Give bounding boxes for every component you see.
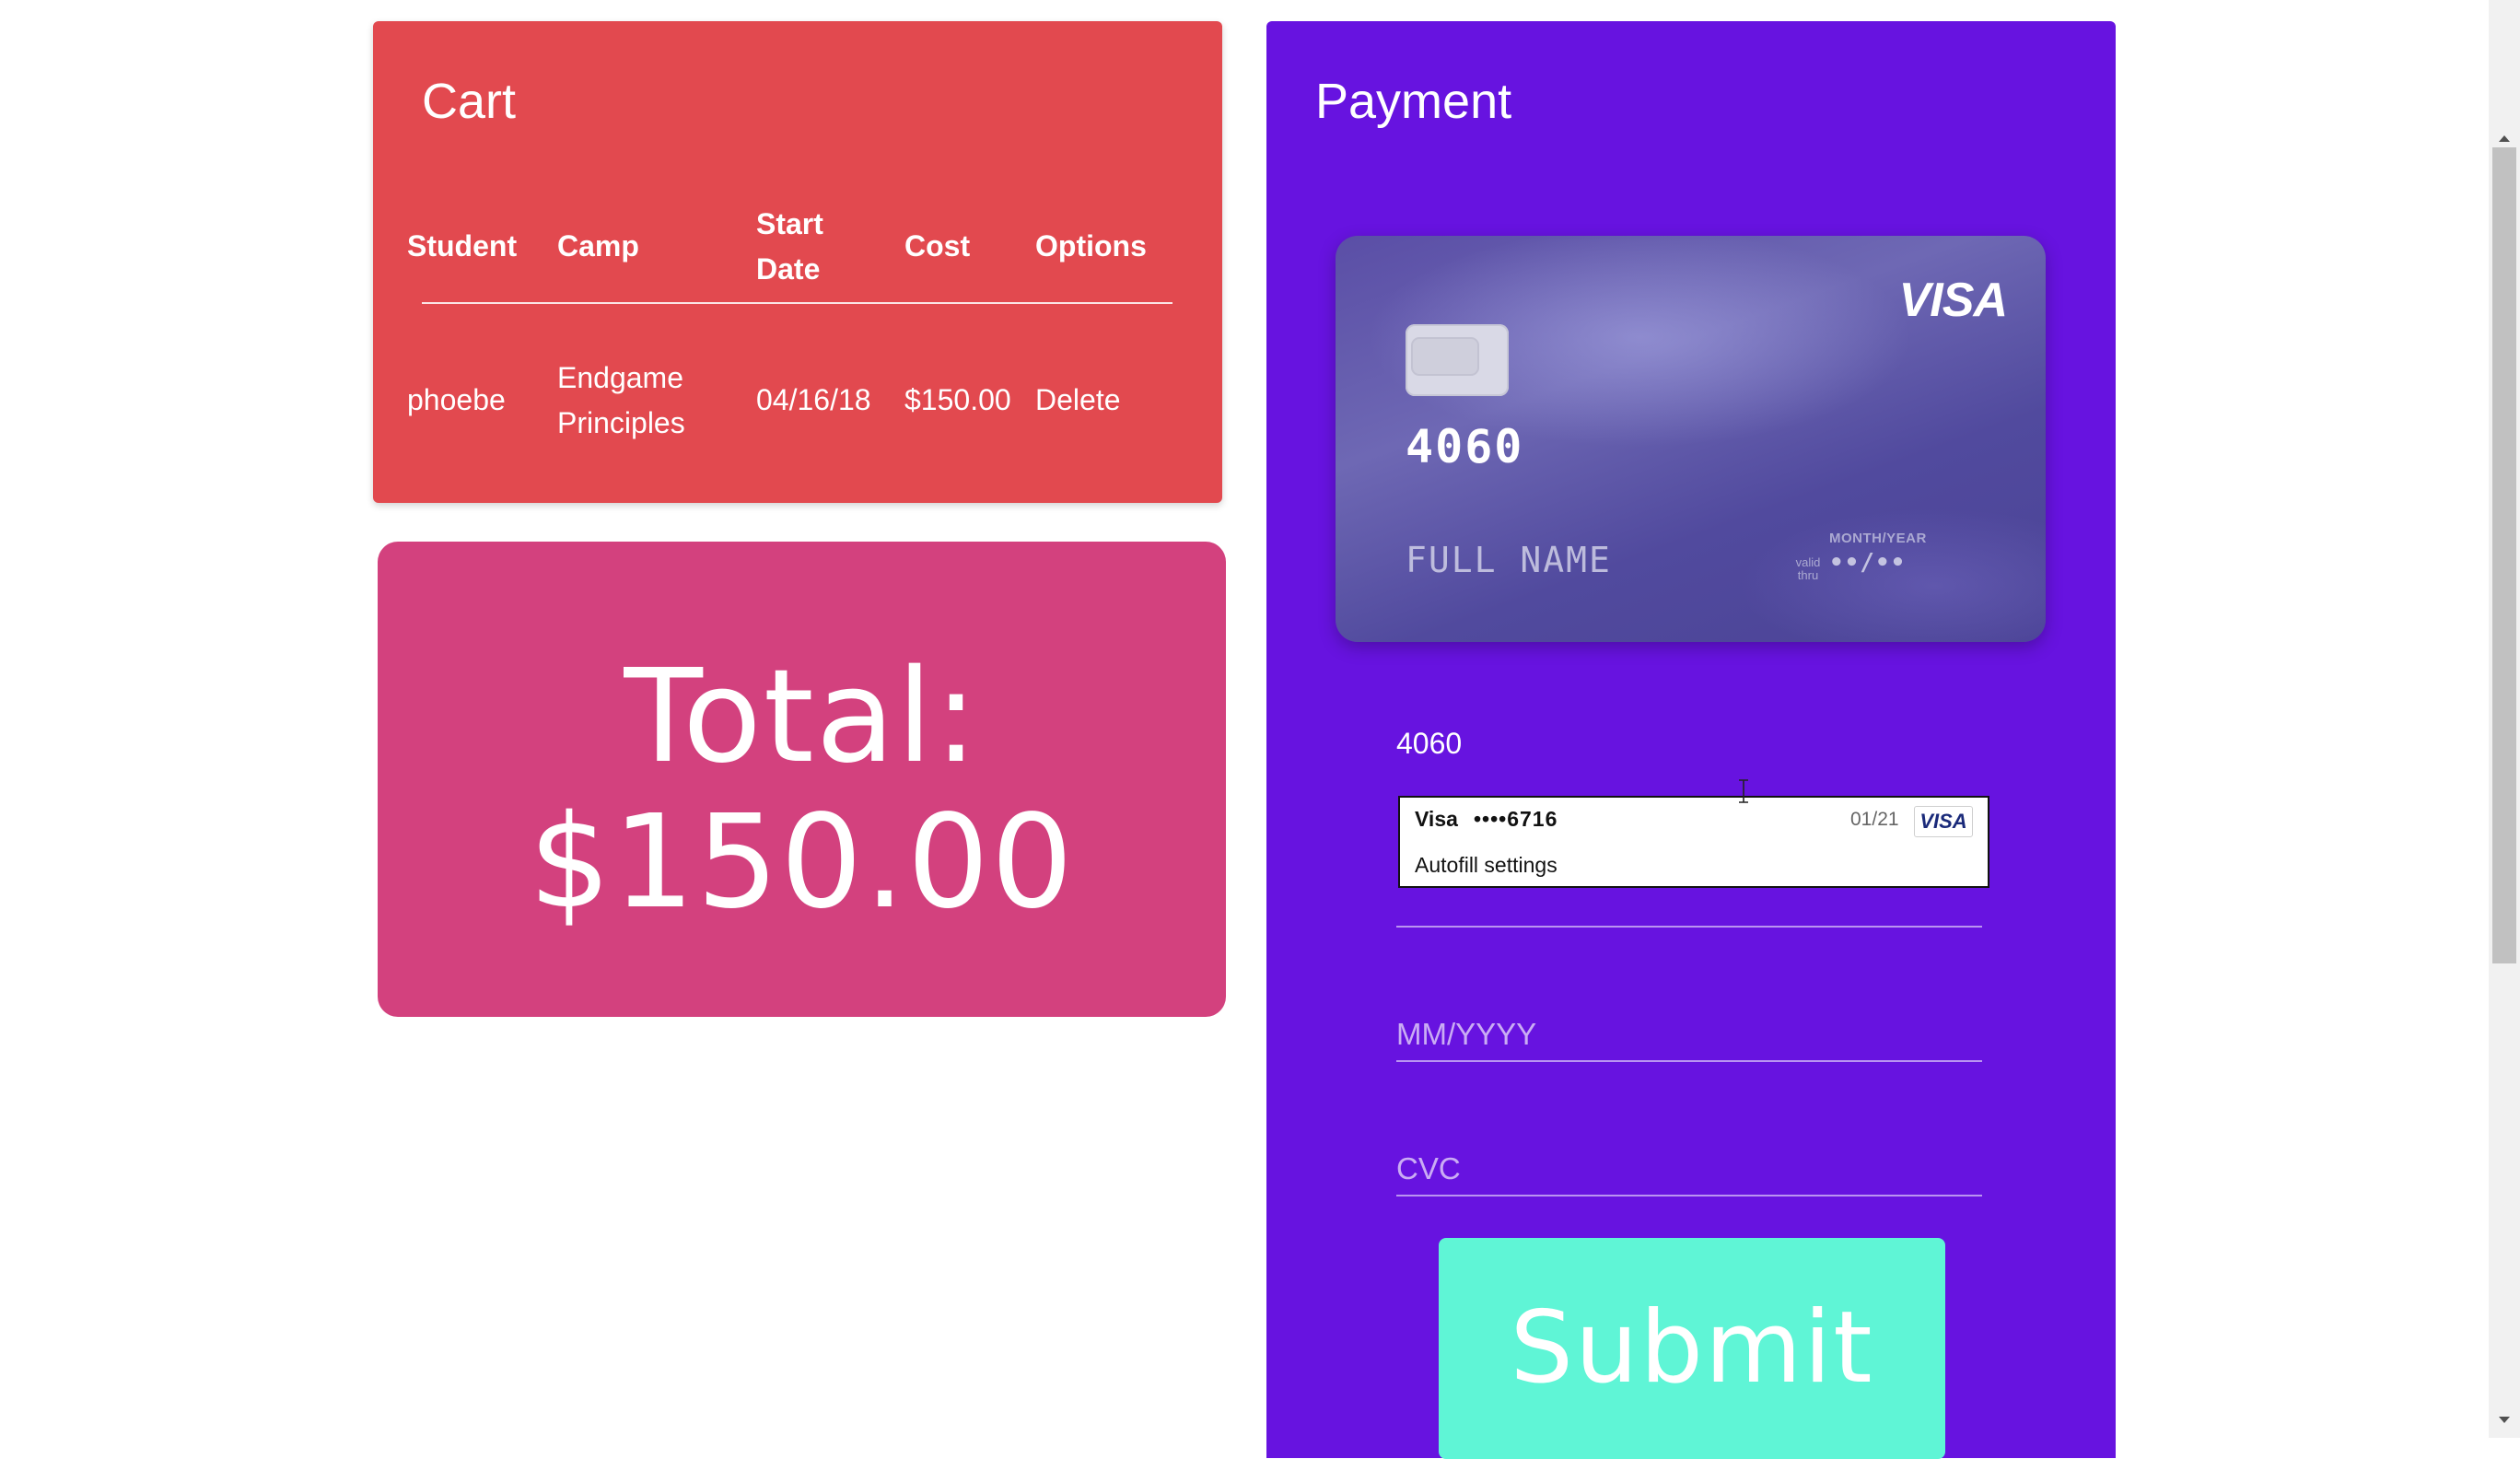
credit-card-preview: VISA 4060 FULL NAME valid thru MONTH/YEA… — [1336, 236, 2046, 642]
column-header-start: Start — [756, 207, 823, 240]
visa-badge-icon: VISA — [1914, 806, 1973, 837]
column-header-date: Date — [756, 252, 821, 286]
cart-title: Cart — [422, 74, 517, 129]
column-header-student: Student — [407, 229, 518, 263]
autofill-dropdown: Visa ••••6716 01/21 VISA Autofill settin… — [1398, 796, 1989, 888]
delete-link[interactable]: Delete — [1035, 378, 1121, 423]
card-preview-expiry-label: MONTH/YEAR — [1829, 531, 1927, 546]
payment-title: Payment — [1315, 74, 1512, 129]
card-preview-expiry: ••/•• — [1829, 549, 1907, 577]
scroll-up-arrow-icon[interactable] — [2489, 129, 2520, 147]
autofill-card-expiry: 01/21 — [1850, 809, 1899, 830]
total-label: Total: — [624, 642, 980, 792]
card-preview-valid-thru: valid thru — [1795, 555, 1821, 582]
cell-start-date: 04/16/18 — [756, 383, 871, 416]
payment-panel: Payment VISA 4060 FULL NAME valid thru M… — [1266, 21, 2116, 1459]
card-number-field[interactable]: 4060 — [1396, 727, 1462, 761]
card-chip-inner — [1411, 337, 1479, 376]
total-panel: Total: $150.00 — [378, 542, 1226, 1017]
column-header-options: Options — [1035, 229, 1147, 263]
expiry-field[interactable] — [1396, 1007, 1982, 1062]
cell-camp-line1: Endgame — [557, 361, 683, 394]
autofill-card-number: ••••6716 — [1474, 807, 1558, 831]
scrollbar-thumb[interactable] — [2492, 147, 2516, 963]
autofill-card-brand: Visa — [1415, 807, 1458, 831]
card-preview-name: FULL NAME — [1406, 540, 1612, 580]
text-cursor-icon — [1739, 779, 1748, 803]
autofill-card-suggestion[interactable]: Visa ••••6716 01/21 VISA — [1400, 798, 1988, 844]
full-name-field-underline — [1396, 926, 1982, 928]
autofill-settings-item[interactable]: Autofill settings — [1415, 853, 1558, 878]
total-value: $150.00 — [529, 788, 1075, 938]
page: Cart Student Camp Start Date Cost Option… — [0, 0, 2520, 1459]
scroll-down-arrow-icon[interactable] — [2489, 1409, 2520, 1431]
cell-camp-line2: Principles — [557, 406, 685, 439]
visa-logo-icon: VISA — [1898, 274, 2008, 327]
cvc-field-underline — [1396, 1195, 1982, 1196]
total-amount: Total: $150.00 — [378, 645, 1226, 936]
expiry-field-underline — [1396, 1060, 1982, 1062]
cart-panel: Cart Student Camp Start Date Cost Option… — [373, 21, 1222, 503]
table-divider — [422, 302, 1172, 304]
card-chip-icon — [1406, 324, 1509, 396]
column-header-cost: Cost — [904, 229, 971, 263]
cvc-field[interactable] — [1396, 1141, 1982, 1196]
cell-student: phoebe — [407, 383, 506, 416]
column-header-camp: Camp — [557, 229, 639, 263]
cell-cost: $150.00 — [904, 383, 1011, 416]
submit-button[interactable]: Submit — [1439, 1238, 1945, 1459]
card-preview-number: 4060 — [1406, 420, 1524, 473]
